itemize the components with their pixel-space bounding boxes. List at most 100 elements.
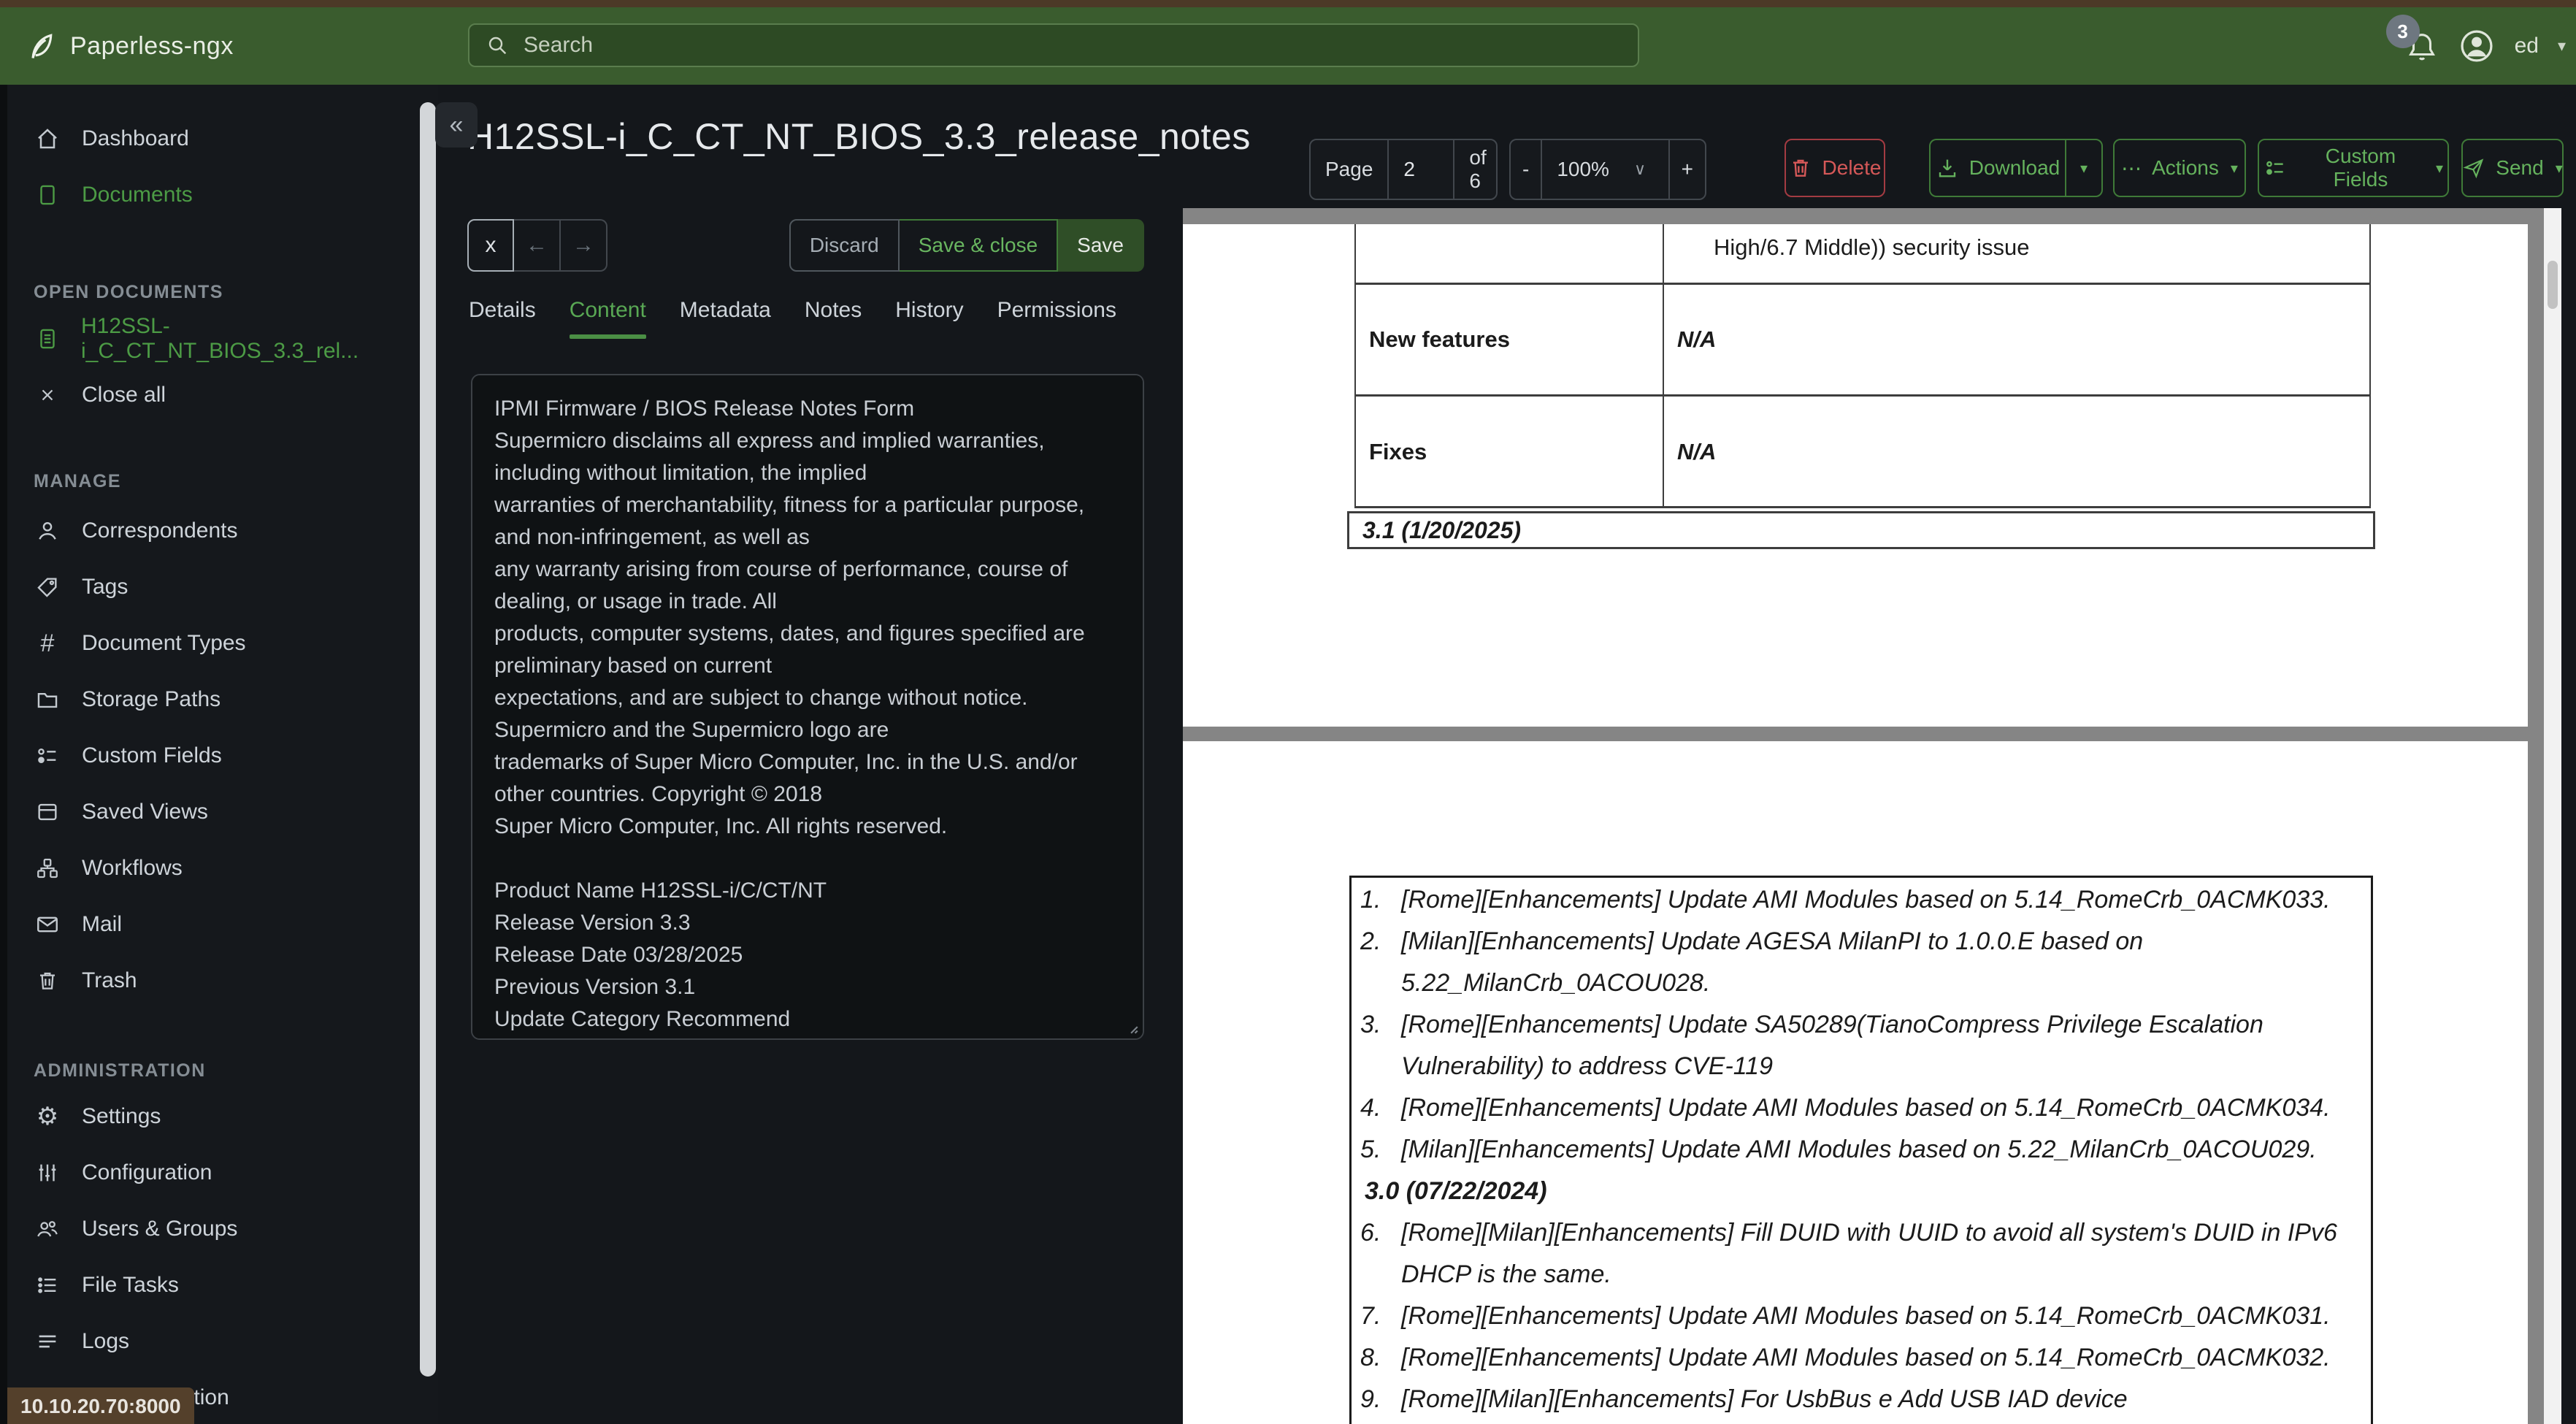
custom-fields-button[interactable]: Custom Fields ▾ [2258,139,2449,197]
pdf-page-2: 1. [Rome][Enhancements] Update AMI Module… [1183,741,2528,1424]
sidebar-item-label: Document Types [82,630,246,655]
document-text-icon [34,325,61,353]
sidebar-item-label: Custom Fields [82,743,222,767]
sidebar-item-dashboard[interactable]: Dashboard [0,110,438,166]
list-item: 8. [Rome][Enhancements] Update AMI Module… [1360,1344,2331,1371]
content-textarea[interactable]: IPMI Firmware / BIOS Release Notes Form … [471,374,1144,1040]
save-and-close-button[interactable]: Save & close [899,219,1059,272]
sidebar-item-open-document[interactable]: H12SSL-i_C_CT_NT_BIOS_3.3_rel... [0,310,438,367]
sidebar-item-saved-views[interactable]: Saved Views [0,784,438,840]
page-input-cell [1389,140,1455,199]
zoom-in-button[interactable]: + [1670,140,1705,199]
table-row-value: N/A [1677,439,1717,464]
tab-notes[interactable]: Notes [805,298,862,339]
pdf-scrollbar-track[interactable] [2544,208,2561,1424]
brand[interactable]: Paperless-ngx [25,7,234,85]
hash-icon: # [40,629,55,657]
zoom-out-button[interactable]: - [1511,140,1543,199]
workflow-boxes-icon [34,854,61,882]
sidebar-item-trash[interactable]: Trash [0,952,438,1008]
sidebar-section-open-documents: OPEN DOCUMENTS [34,282,223,302]
download-icon [1936,156,1959,180]
previous-document-button[interactable]: ← [514,219,561,272]
paperless-leaf-logo-icon [25,30,57,62]
tab-permissions[interactable]: Permissions [997,298,1116,339]
sidebar-item-label: Logs [82,1328,130,1353]
sidebar-section-manage: MANAGE [34,471,122,491]
search-input[interactable] [522,32,1622,58]
app-header: Paperless-ngx 3 [0,7,2576,85]
table-row-label: Fixes [1369,439,1427,464]
sidebar-item-mail[interactable]: Mail [0,896,438,952]
sidebar-item-custom-fields[interactable]: Custom Fields [0,727,438,784]
tab-history[interactable]: History [895,298,963,339]
global-search[interactable] [468,23,1639,67]
paperless-ngx-app: Paperless-ngx 3 [0,0,2576,1424]
close-document-button[interactable]: x [467,219,514,272]
notifications-button[interactable]: 3 [2385,15,2439,64]
sidebar-item-storage-paths[interactable]: Storage Paths [0,671,438,727]
sidebar-scrollbar[interactable] [420,102,436,1377]
sidebar-item-label: Mail [82,911,123,936]
search-icon [486,34,509,57]
trash-icon [34,967,61,995]
zoom-level-select[interactable]: 100% ∨ [1542,140,1670,199]
discard-button[interactable]: Discard [789,219,900,272]
send-button[interactable]: Send ▾ [2461,139,2564,197]
tab-details[interactable]: Details [469,298,536,339]
sidebar-item-document-types[interactable]: # Document Types [0,615,438,671]
table-row-label: New features [1369,326,1510,352]
chevron-down-icon: ▾ [2435,160,2443,177]
task-list-icon [34,1271,61,1299]
window-top-edge [0,0,2576,7]
pdf-preview[interactable]: High/6.7 Middle)) security issue New fea… [1183,208,2561,1424]
list-item: 6. [Rome][Milan][Enhancements] Fill DUID … [1360,1219,2337,1288]
send-label: Send [2496,156,2544,179]
sidebar-item-settings[interactable]: ⚙ Settings [0,1088,438,1144]
table-row-value: N/A [1677,326,1717,352]
delete-button[interactable]: Delete [1785,139,1885,197]
sidebar-item-documents[interactable]: Documents [0,166,438,223]
page-navigation: Page of 6 [1309,139,1498,200]
user-menu-caret-icon[interactable]: ▾ [2558,37,2566,55]
sidebar-item-configuration[interactable]: Configuration [0,1144,438,1201]
table-border [1354,283,2371,285]
download-button[interactable]: Download [1929,139,2065,197]
pdf-scrollbar-thumb[interactable] [2548,261,2558,309]
editor-toolbar: x ← → Discard Save & close Save [467,219,1144,272]
sidebar-item-users-groups[interactable]: Users & Groups [0,1201,438,1257]
page-title: H12SSL-i_C_CT_NT_BIOS_3.3_release_notes [467,116,1251,157]
page-number-input[interactable] [1402,157,1441,182]
save-button[interactable]: Save [1058,219,1144,272]
custom-fields-icon [34,742,61,770]
tab-metadata[interactable]: Metadata [680,298,771,339]
sidebar-item-file-tasks[interactable]: File Tasks [0,1257,438,1313]
sidebar-item-logs[interactable]: Logs [0,1313,438,1369]
next-document-button[interactable]: → [561,219,607,272]
home-icon [34,125,61,153]
sidebar-item-label: Saved Views [82,799,208,824]
sliders-icon [34,1159,61,1187]
collapse-sidebar-button[interactable]: « [435,102,478,148]
window-icon [34,798,61,826]
username[interactable]: ed [2515,34,2539,58]
sidebar-item-close-all[interactable]: Close all [0,367,438,423]
sidebar-item-label: Settings [82,1103,161,1128]
chevron-down-icon: ▾ [2230,160,2238,177]
logs-icon [34,1328,61,1355]
sidebar-item-tags[interactable]: Tags [0,559,438,615]
sidebar-item-label: Documents [82,182,193,207]
actions-button[interactable]: ⋯ Actions ▾ [2113,139,2246,197]
list-item: 7. [Rome][Enhancements] Update AMI Module… [1360,1302,2331,1330]
sidebar-item-workflows[interactable]: Workflows [0,840,438,896]
tab-content[interactable]: Content [569,298,646,339]
version-row: 3.1 (1/20/2025) [1347,511,2375,549]
left-window-edge [0,85,7,1424]
avatar-icon[interactable] [2458,27,2496,65]
open-document-label: H12SSL-i_C_CT_NT_BIOS_3.3_rel... [81,313,359,363]
sidebar: Dashboard Documents OPEN DOCUMENTS H12SS… [0,85,438,1424]
chevron-down-icon: ∨ [1633,160,1647,178]
sidebar-item-correspondents[interactable]: Correspondents [0,502,438,559]
table-border [1354,506,2371,508]
download-options-caret[interactable]: ▾ [2065,139,2103,197]
